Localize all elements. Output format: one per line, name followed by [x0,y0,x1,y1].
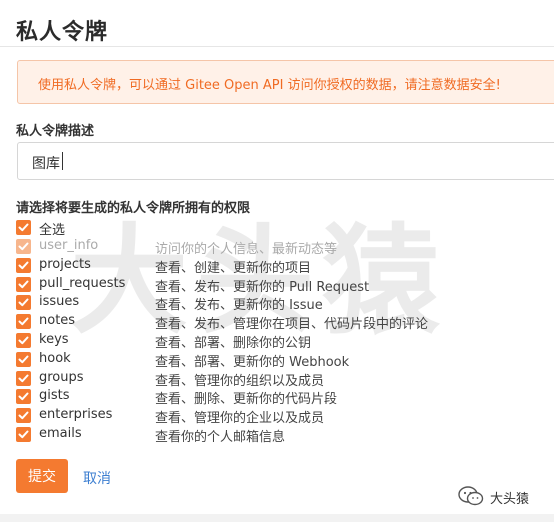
permission-description: 查看、部署、更新你的 Webhook [155,354,350,370]
permission-checkbox-pull-requests[interactable] [16,276,31,292]
permission-row-keys[interactable]: keys 查看、部署、删除你的公钥 [16,332,536,351]
permission-name: gists [39,388,70,404]
check-icon [18,355,29,363]
permission-name: projects [39,256,91,272]
check-icon [18,298,29,307]
permission-row-projects[interactable]: projects 查看、创建、更新你的项目 [16,256,536,276]
permission-name: user_info [39,238,99,253]
security-alert: 使用私人令牌，可以通过 Gitee Open API 访问你授权的数据，请注意数… [17,60,554,104]
permission-row-gists[interactable]: gists 查看、删除、更新你的代码片段 [16,388,536,408]
token-description-value: 图库 [32,156,60,172]
select-all-label: 全选 [39,223,66,238]
check-icon [18,411,29,420]
check-icon [18,242,29,251]
check-icon [18,430,29,439]
permission-row-issues[interactable]: issues 查看、发布、更新你的 Issue [16,294,536,314]
permission-row-hook[interactable]: hook 查看、部署、更新你的 Webhook [16,350,536,370]
submit-button[interactable]: 提交 [16,459,68,493]
permission-row-emails[interactable]: emails 查看你的个人邮箱信息 [16,426,536,445]
permission-name: emails [39,426,82,441]
permission-name: notes [39,313,76,329]
permission-checkbox-issues[interactable] [16,295,31,311]
permission-description: 查看、部署、删除你的公钥 [155,336,312,351]
permission-description: 访问你的个人信息、最新动态等 [155,242,338,257]
check-icon [18,223,29,232]
wechat-icon [458,486,484,506]
permission-row-user-info: user_info 访问你的个人信息、最新动态等 [16,238,536,257]
select-all-checkbox[interactable] [16,220,31,235]
check-icon [18,317,29,326]
select-all-row[interactable]: 全选 [16,219,536,238]
permission-name: issues [39,294,80,310]
cancel-link[interactable]: 取消 [83,468,111,488]
permission-description: 查看、管理你的企业以及成员 [155,411,325,427]
text-caret [62,152,63,170]
permission-row-enterprises[interactable]: enterprises 查看、管理你的企业以及成员 [16,407,536,427]
permission-checkbox-enterprises[interactable] [16,408,31,424]
permission-checkbox-hook[interactable] [16,351,31,367]
check-icon [18,374,29,382]
title-divider [0,46,554,47]
permission-row-pull-requests[interactable]: pull_requests 查看、发布、更新你的 Pull Request [16,275,536,295]
check-icon [18,261,29,269]
page-title: 私人令牌 [16,20,109,45]
token-description-input[interactable]: 图库 [17,142,554,180]
token-description-label: 私人令牌描述 [16,124,95,139]
wechat-watermark: 大头猿 [458,484,554,508]
permission-checkbox-notes[interactable] [16,314,31,330]
permission-checkbox-projects[interactable] [16,257,31,273]
permission-checkbox-keys[interactable] [16,333,31,348]
permission-description: 查看、发布、更新你的 Pull Request [155,279,370,295]
permission-description: 查看、发布、管理你在项目、代码片段中的评论 [155,317,429,333]
check-icon [18,392,29,401]
alert-text: 使用私人令牌，可以通过 Gitee Open API 访问你授权的数据，请注意数… [38,78,501,93]
permission-checkbox-user-info [16,239,31,254]
permission-checkbox-gists[interactable] [16,389,31,405]
check-icon [18,336,29,345]
permission-name: enterprises [39,407,113,423]
permission-description: 查看、发布、更新你的 Issue [155,298,323,314]
check-icon [18,280,29,288]
permission-name: pull_requests [39,275,126,291]
wechat-account-name: 大头猿 [490,492,530,507]
permission-description: 查看你的个人邮箱信息 [155,430,286,445]
permission-checkbox-groups[interactable] [16,370,31,386]
permission-name: groups [39,369,84,385]
permission-name: hook [39,350,71,366]
permission-description: 查看、删除、更新你的代码片段 [155,392,338,408]
permission-description: 查看、管理你的组织以及成员 [155,373,325,389]
permission-checkbox-emails[interactable] [16,427,31,442]
bottom-bar [0,514,554,522]
permissions-label: 请选择将要生成的私人令牌所拥有的权限 [16,201,251,216]
permission-name: keys [39,332,69,347]
permission-description: 查看、创建、更新你的项目 [155,260,312,276]
permission-row-notes[interactable]: notes 查看、发布、管理你在项目、代码片段中的评论 [16,313,536,333]
permission-row-groups[interactable]: groups 查看、管理你的组织以及成员 [16,369,536,389]
